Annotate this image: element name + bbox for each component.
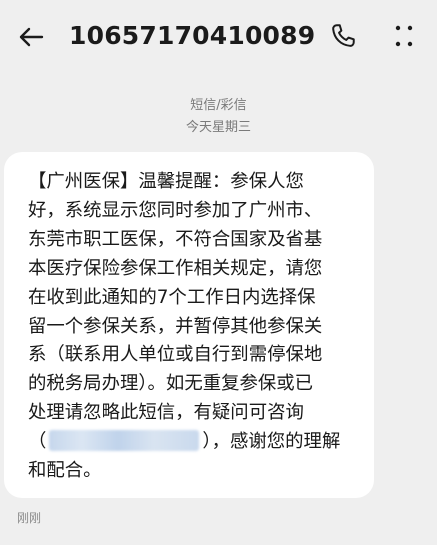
- redacted-phone-number: [49, 430, 200, 452]
- message-timestamp: 刚刚: [17, 511, 42, 525]
- date-label: 今天星期三: [185, 120, 251, 135]
- message-fragment: （: [28, 431, 47, 453]
- back-arrow-icon: [19, 27, 44, 47]
- message-fragment: ），感谢您的理解: [202, 431, 341, 453]
- message-line: 留一个参保关系，并暂停其他参保关: [28, 315, 323, 337]
- message-line: 东莞市职工医保，不符合国家及省基: [28, 228, 323, 250]
- message-line: 好，系统显示您同时参加了广州市、: [28, 199, 323, 221]
- more-vertical-icon: [395, 25, 413, 47]
- message-line-with-redaction: （ ），感谢您的理解: [28, 428, 360, 457]
- message-line: 【广州医保】温馨提醒：参保人您: [28, 171, 304, 192]
- top-bar: 10657170410089: [0, 0, 437, 72]
- message-line: 和配合。: [28, 460, 102, 482]
- message-line: 的税务局办理）。如无重复参保或已: [28, 373, 314, 395]
- message-line: 在收到此通知的7个工作日内选择保: [28, 286, 316, 308]
- phone-icon: [332, 24, 355, 47]
- more-button[interactable]: [386, 18, 422, 54]
- message-line: 本医疗保险参保工作相关规定，请您: [28, 257, 323, 279]
- call-button[interactable]: [325, 18, 361, 54]
- message-bubble[interactable]: 【广州医保】温馨提醒：参保人您 好，系统显示您同时参加了广州市、 东莞市职工医保…: [4, 152, 374, 498]
- contact-number: 10657170410089: [69, 21, 316, 50]
- message-type-label: 短信/彩信: [190, 98, 247, 113]
- message-line: 处理请忽略此短信，有疑问可咨询: [28, 402, 304, 424]
- back-button[interactable]: [14, 20, 48, 54]
- message-line: 系（联系用人单位或自行到需停保地: [28, 344, 323, 366]
